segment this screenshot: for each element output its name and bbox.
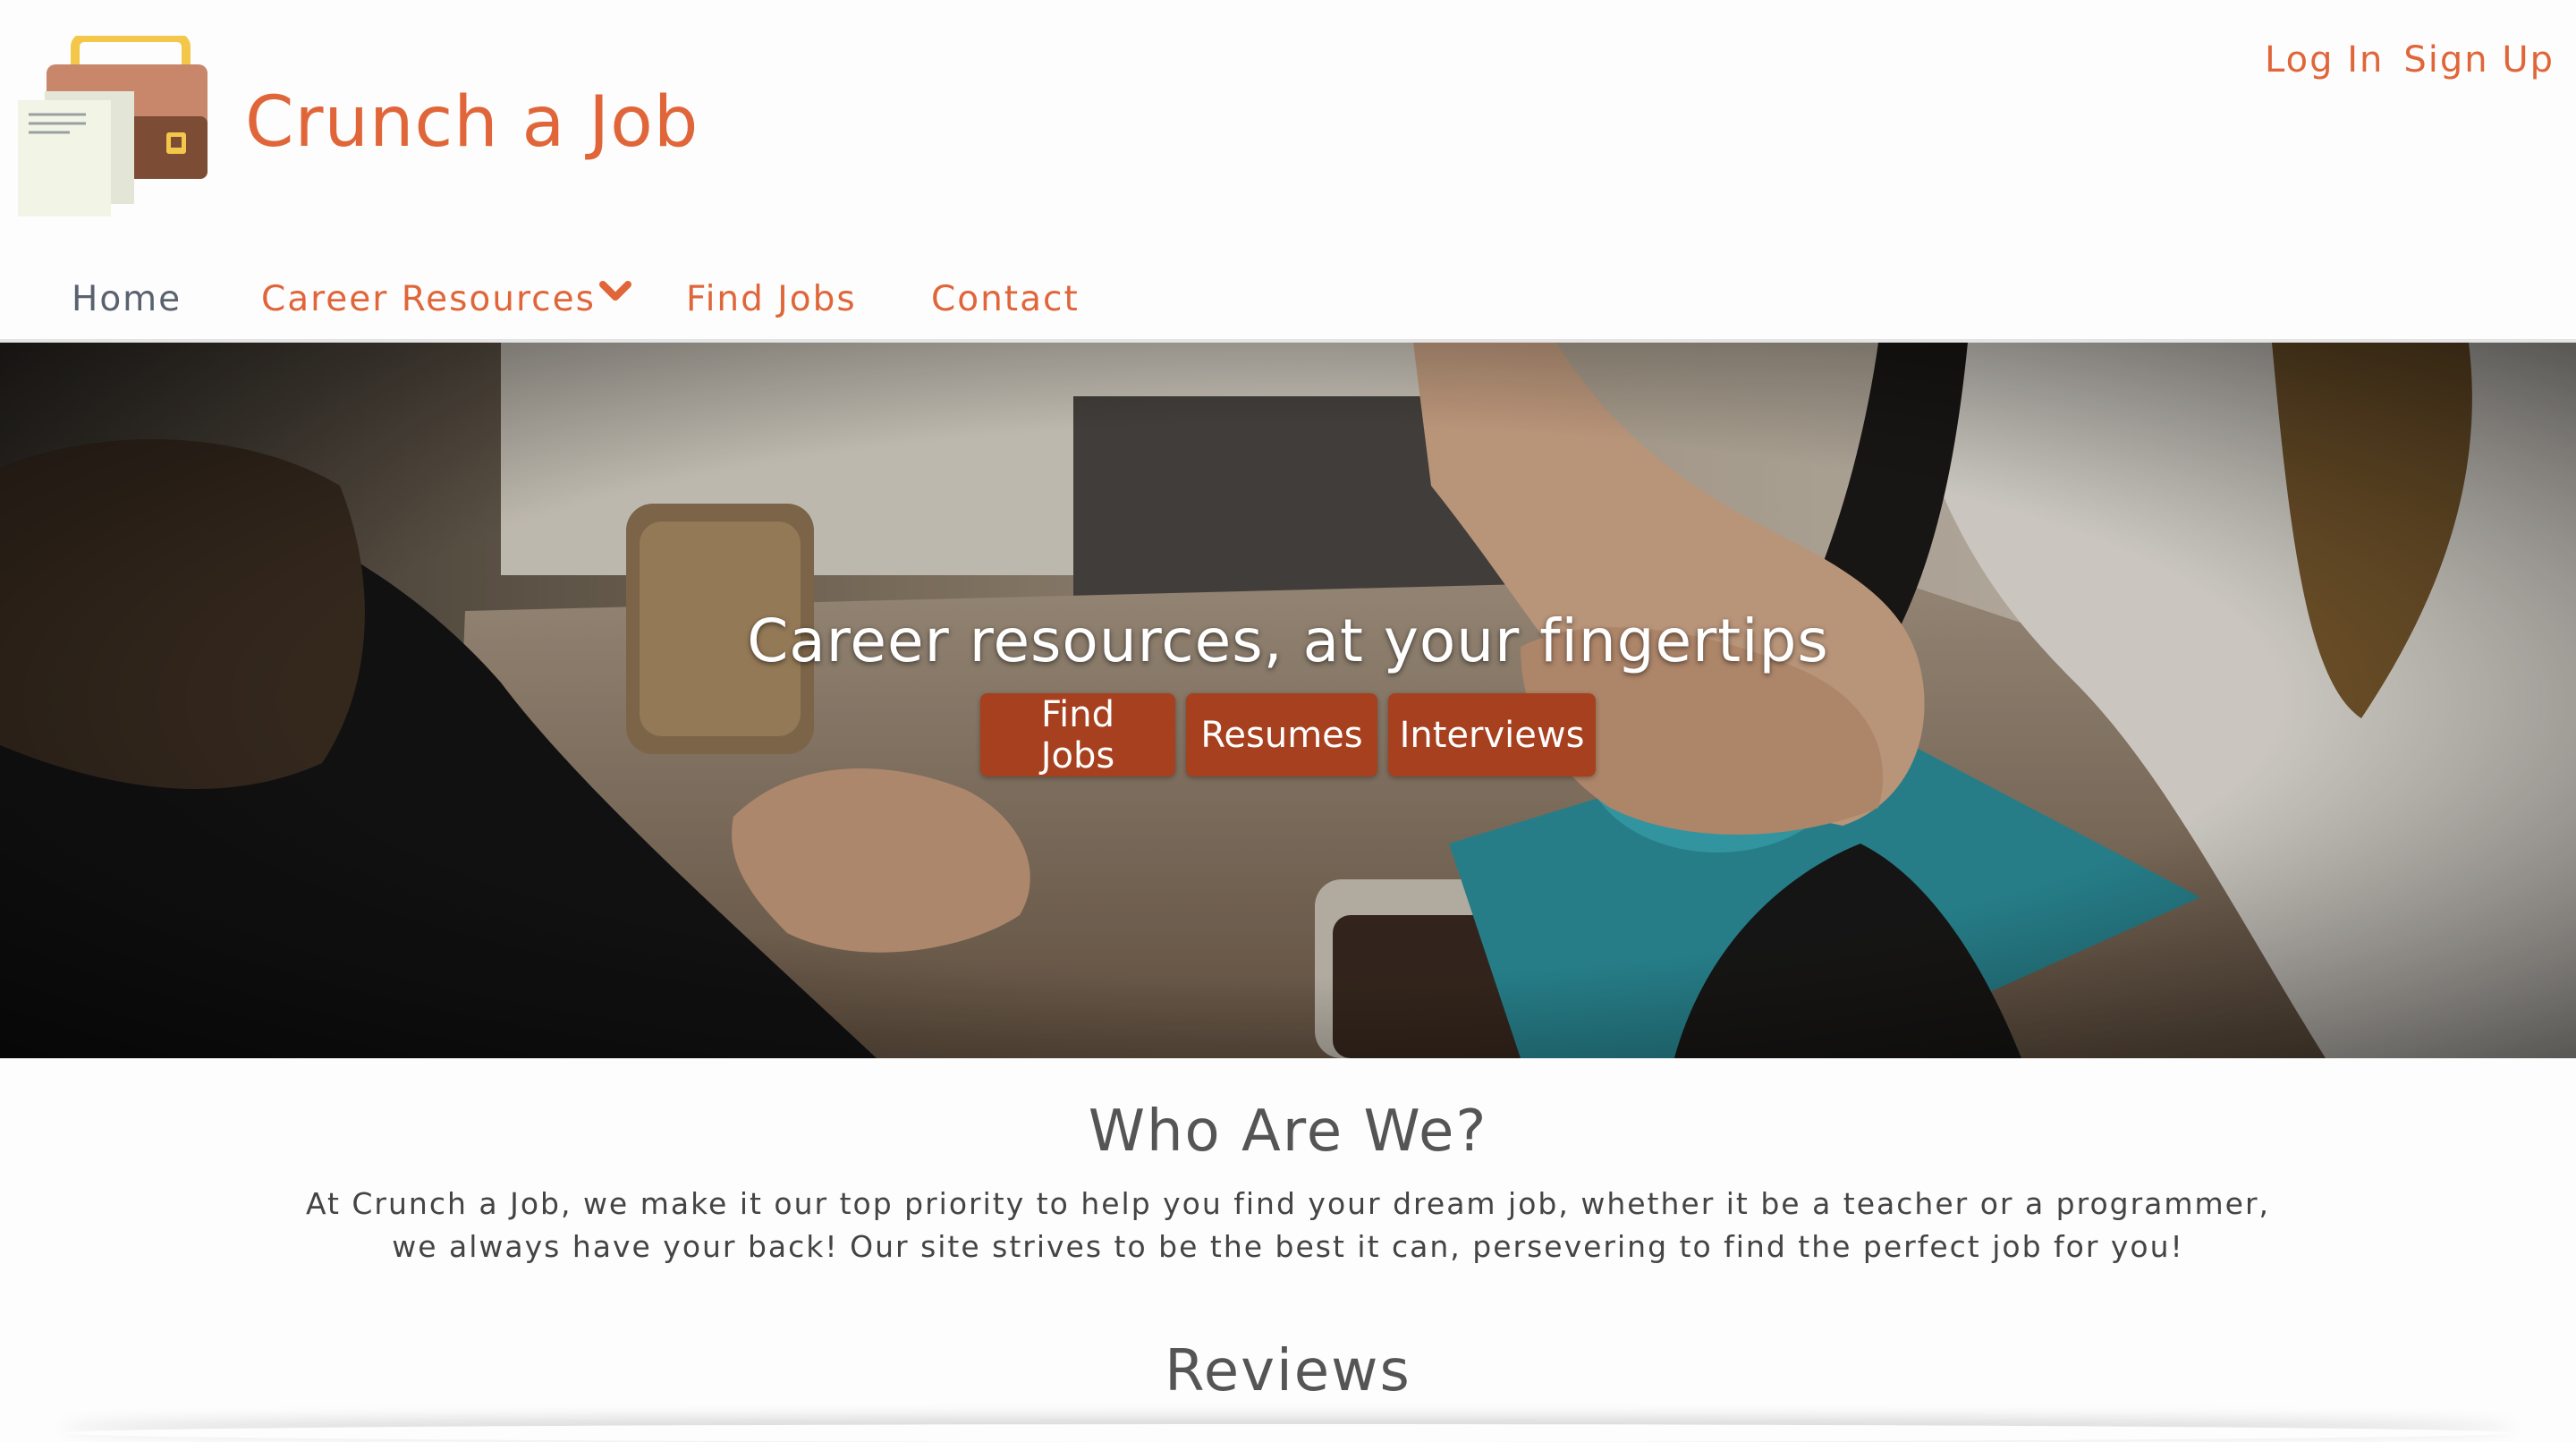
briefcase-logo-icon[interactable] — [16, 33, 213, 220]
about-heading: Who Are We? — [1088, 1098, 1488, 1165]
auth-links: Log In Sign Up — [2265, 39, 2555, 81]
hero-resumes-button[interactable]: Resumes — [1186, 693, 1377, 776]
signup-link[interactable]: Sign Up — [2403, 39, 2555, 81]
nav-find-jobs[interactable]: Find Jobs — [686, 279, 857, 319]
nav-career-resources[interactable]: Career Resources — [261, 279, 631, 319]
nav-career-resources-label: Career Resources — [261, 278, 596, 319]
hero-interviews-button[interactable]: Interviews — [1388, 693, 1596, 776]
hero-find-jobs-button[interactable]: Find Jobs — [980, 693, 1175, 776]
login-link[interactable]: Log In — [2265, 39, 2384, 81]
hero-banner: Career resources, at your fingertips Fin… — [0, 343, 2576, 1058]
hero-button-group: Find Jobs Resumes Interviews — [0, 693, 2576, 776]
nav-contact[interactable]: Contact — [931, 279, 1080, 319]
chevron-down-icon — [598, 273, 631, 313]
site-header: Crunch a Job Log In Sign Up Home Career … — [0, 0, 2576, 340]
nav-home-label: Home — [72, 278, 182, 319]
nav-home[interactable]: Home — [72, 279, 182, 319]
nav-contact-label: Contact — [931, 278, 1080, 319]
brand-name[interactable]: Crunch a Job — [245, 82, 699, 163]
main-nav: Home Career Resources Find Jobs Contact — [0, 256, 2576, 342]
reviews-heading: Reviews — [1165, 1338, 1411, 1404]
nav-find-jobs-label: Find Jobs — [686, 278, 857, 319]
hero-title: Career resources, at your fingertips — [747, 606, 1829, 675]
reviews-card-edge — [63, 1424, 2513, 1442]
about-paragraph: At Crunch a Job, we make it our top prio… — [305, 1186, 2271, 1264]
